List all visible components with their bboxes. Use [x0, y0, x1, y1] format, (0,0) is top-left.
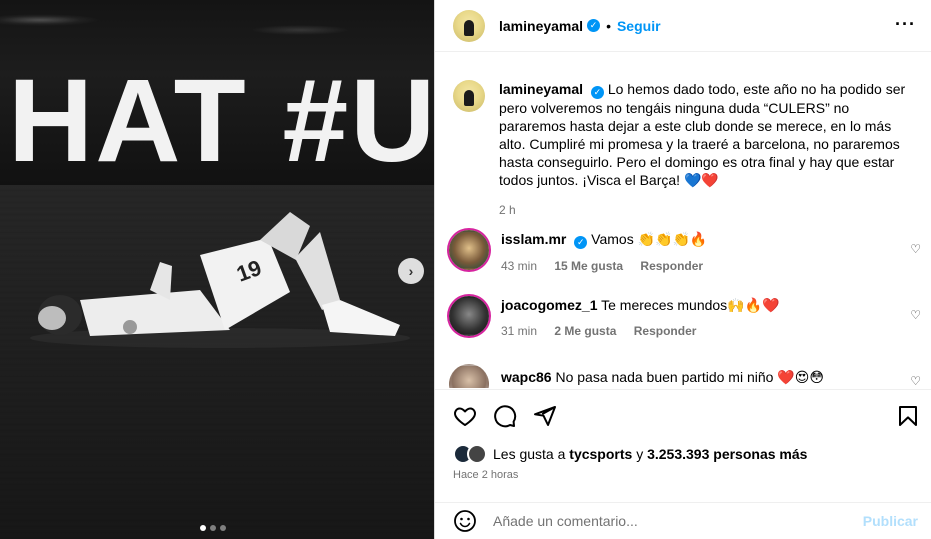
verified-badge-icon: ✓ [587, 19, 601, 32]
emoji-icon[interactable] [453, 509, 477, 533]
caption-text: Lo hemos dado todo, este año no ha podid… [499, 81, 906, 188]
publish-button[interactable]: Publicar [863, 513, 918, 529]
post-panel: lamineyamal ✓ • Seguir ··· lamineyamal ✓… [434, 0, 931, 539]
carousel-dot [200, 525, 206, 531]
carousel-dot [220, 525, 226, 531]
carousel-dots [200, 525, 226, 531]
commenter-username[interactable]: wapc86 [501, 369, 552, 385]
likes-count[interactable]: 3.253.393 personas más [647, 446, 807, 462]
comment-likes[interactable]: 15 Me gusta [554, 259, 623, 273]
comment-item: joacogomez_1 Te mereces mundos🙌🔥❤️ 31 mi… [449, 296, 929, 338]
liker-username[interactable]: tycsports [569, 446, 632, 462]
more-options-icon[interactable]: ··· [895, 14, 916, 35]
post-caption: lamineyamal ✓ Lo hemos dado todo, este a… [453, 80, 923, 219]
comment-item: isslam.mr ✓ Vamos 👏👏👏🔥 43 min 15 Me gust… [449, 230, 929, 273]
liker-avatar[interactable] [467, 444, 487, 464]
caption-time[interactable]: 2 h [499, 201, 909, 219]
post-image: HAT #U 19 › [0, 0, 434, 539]
comment-text: No pasa nada buen partido mi niño ❤️😍😳 [555, 369, 824, 385]
carousel-dot [210, 525, 216, 531]
commenter-avatar[interactable] [449, 364, 489, 388]
post-timestamp[interactable]: Hace 2 horas [453, 469, 518, 481]
bookmark-icon[interactable] [896, 404, 920, 428]
player-figure: 19 [30, 212, 410, 348]
commenter-avatar[interactable] [449, 230, 489, 270]
follow-button[interactable]: Seguir [617, 18, 661, 34]
likes-summary: Les gusta a tycsports y 3.253.393 person… [453, 444, 807, 464]
comment-like-heart-icon[interactable]: ♡ [910, 308, 921, 322]
author-username[interactable]: lamineyamal [499, 18, 583, 34]
heart-icon[interactable] [453, 404, 477, 428]
comment-time[interactable]: 31 min [501, 324, 537, 338]
verified-badge-icon: ✓ [574, 236, 588, 249]
comment-text: Vamos 👏👏👏🔥 [591, 231, 708, 247]
reply-button[interactable]: Responder [634, 324, 697, 338]
header-separator: • [606, 17, 611, 34]
share-icon[interactable] [533, 404, 557, 428]
comment-icon[interactable] [493, 404, 517, 428]
comment-time[interactable]: 43 min [501, 259, 537, 273]
comment-likes[interactable]: 2 Me gusta [554, 324, 616, 338]
caption-username[interactable]: lamineyamal [499, 81, 583, 97]
next-image-button[interactable]: › [398, 258, 424, 284]
post-header: lamineyamal ✓ • Seguir ··· [435, 0, 931, 52]
comment-input[interactable] [493, 513, 853, 529]
chevron-right-icon: › [408, 263, 414, 279]
comment-item: wapc86 No pasa nada buen partido mi niño… [449, 364, 929, 388]
commenter-avatar[interactable] [449, 296, 489, 336]
likes-middle: y [632, 446, 648, 462]
commenter-username[interactable]: joacogomez_1 [501, 297, 597, 313]
verified-badge-icon: ✓ [590, 86, 604, 99]
author-avatar[interactable] [453, 9, 485, 42]
comment-like-heart-icon[interactable]: ♡ [910, 242, 921, 256]
add-comment-bar: Publicar [435, 502, 931, 539]
comment-text: Te mereces mundos🙌🔥❤️ [601, 297, 780, 313]
commenter-username[interactable]: isslam.mr [501, 231, 566, 247]
likes-prefix: Les gusta a [493, 446, 570, 462]
reply-button[interactable]: Responder [640, 259, 703, 273]
caption-avatar[interactable] [453, 80, 485, 112]
comment-like-heart-icon[interactable]: ♡ [910, 374, 921, 388]
